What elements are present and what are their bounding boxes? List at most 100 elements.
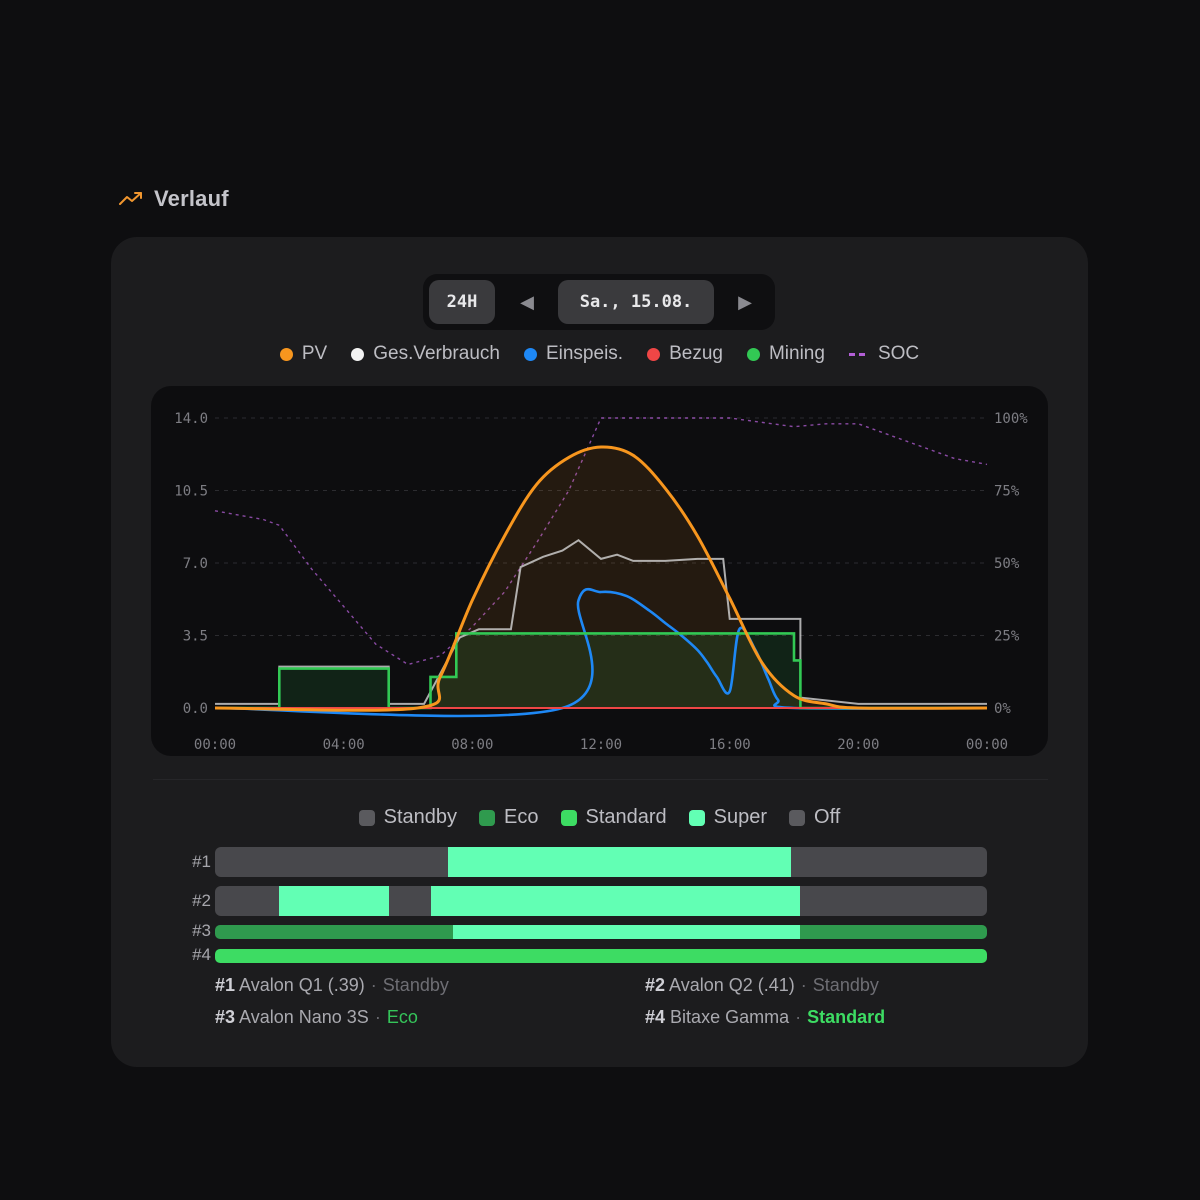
device-status: Standard <box>807 1007 886 1027</box>
device-id: #4 <box>645 1007 666 1027</box>
state-swatch <box>479 809 496 826</box>
miner-timeline-bar <box>215 949 987 963</box>
legend-item-einspeis-[interactable]: Einspeis. <box>523 343 624 365</box>
separator: · <box>800 975 807 995</box>
mining-legend-off: Off <box>789 806 840 829</box>
device-id: #2 <box>645 975 666 995</box>
mining-legend-standby: Standby <box>358 806 458 829</box>
energy-chart-svg: 14.0 100% 10.5 75% 7.0 50% 3.5 25% 0.0 0% 00:00 04:… <box>174 411 1028 753</box>
state-swatch <box>560 809 577 826</box>
device-id: #3 <box>215 1007 236 1027</box>
legend-item-bezug[interactable]: Bezug <box>647 343 723 365</box>
state-label: Off <box>814 806 841 828</box>
legend-label: Einspeis. <box>545 343 624 364</box>
section-title: Verlauf <box>154 186 229 211</box>
device-entry: #1 Avalon Q1 (.39) · Standby <box>215 975 449 996</box>
legend-label: Ges.Verbrauch <box>373 343 500 364</box>
chart-legend: PV Ges.Verbrauch Einspeis. Bezug Mining SOC <box>111 343 1088 365</box>
series-mining-area <box>215 633 987 708</box>
legend-item-mining[interactable]: Mining <box>746 343 825 365</box>
timeline-segment-standby <box>800 886 987 916</box>
y-axis-right-tick: 75% <box>994 484 1020 500</box>
miner-timeline-bar <box>215 886 987 916</box>
separator: · <box>374 1007 381 1027</box>
y-axis-left-tick: 14.0 <box>174 411 208 427</box>
device-entry: #2 Avalon Q2 (.41) · Standby <box>645 975 879 996</box>
x-axis-tick: 12:00 <box>580 737 622 753</box>
legend-marker <box>523 347 537 361</box>
timeline-segment-eco <box>800 925 987 939</box>
separator: · <box>795 1007 802 1027</box>
y-axis-right-tick: 100% <box>994 411 1028 427</box>
timeline-segment-super <box>448 847 791 877</box>
device-name: Avalon Q2 (.41) <box>669 975 795 995</box>
device-name: Avalon Nano 3S <box>239 1007 369 1027</box>
state-swatch <box>358 809 375 826</box>
miner-timeline-bar <box>215 847 987 877</box>
mining-legend-eco: Eco <box>479 806 539 829</box>
legend-label: Bezug <box>669 343 723 364</box>
x-axis-tick: 16:00 <box>709 737 751 753</box>
x-axis-tick: 20:00 <box>837 737 879 753</box>
mining-legend-super: Super <box>688 806 768 829</box>
device-status: Standby <box>382 975 449 995</box>
miner-row-label: #1 <box>192 852 211 871</box>
device-id: #1 <box>215 975 236 995</box>
x-axis-tick: 08:00 <box>451 737 493 753</box>
timeline-segment-standby <box>215 886 280 916</box>
legend-marker <box>279 347 293 361</box>
divider <box>153 779 1048 780</box>
mining-state-legend: Standby Eco Standard Super Off <box>111 806 1088 829</box>
timeline-segment-super <box>453 925 801 939</box>
state-swatch <box>789 809 806 826</box>
device-name: Bitaxe Gamma <box>670 1007 790 1027</box>
legend-item-pv[interactable]: PV <box>279 343 327 365</box>
date-navigation: 24H ◀ Sa., 15.08. ▶ <box>423 274 775 330</box>
miner-timeline-bar <box>215 925 987 939</box>
legend-item-ges-verbrauch[interactable]: Ges.Verbrauch <box>351 343 500 365</box>
prev-day-button[interactable]: ◀ <box>507 280 547 324</box>
trending-up-icon <box>119 192 142 205</box>
timeline-segment-super <box>430 886 801 916</box>
miner-row-label: #3 <box>192 921 211 940</box>
device-status: Standby <box>812 975 879 995</box>
y-axis-right-tick: 50% <box>994 556 1020 572</box>
device-name: Avalon Q1 (.39) <box>239 975 365 995</box>
separator: · <box>370 975 377 995</box>
timeline-segment-standby <box>790 847 987 877</box>
y-axis-right-tick: 25% <box>994 629 1020 645</box>
history-card: 24H ◀ Sa., 15.08. ▶ PV Ges.Verbrauch Einsp… <box>111 237 1088 1067</box>
timeline-segment-standby <box>388 886 431 916</box>
timeline-segment-standby <box>215 847 449 877</box>
next-day-button[interactable]: ▶ <box>725 280 765 324</box>
range-button[interactable]: 24H <box>429 280 495 324</box>
section-header: Verlauf <box>118 186 229 212</box>
state-swatch <box>688 809 705 826</box>
device-entry: #4 Bitaxe Gamma · Standard <box>645 1007 885 1028</box>
device-status: Eco <box>386 1007 418 1027</box>
date-display[interactable]: Sa., 15.08. <box>558 280 714 324</box>
timeline-segment-standard <box>215 949 987 963</box>
x-axis-tick: 00:00 <box>194 737 236 753</box>
legend-marker <box>647 347 661 361</box>
y-axis-left-tick: 0.0 <box>183 701 208 717</box>
legend-item-soc[interactable]: SOC <box>848 343 919 365</box>
x-axis-tick: 00:00 <box>966 737 1008 753</box>
state-label: Standard <box>585 806 667 828</box>
miner-row-label: #2 <box>192 891 211 910</box>
state-label: Eco <box>504 806 539 828</box>
miner-row-label: #4 <box>192 945 211 964</box>
y-axis-left-tick: 10.5 <box>174 484 208 500</box>
timeline-segment-super <box>279 886 389 916</box>
legend-marker <box>848 352 869 356</box>
state-label: Super <box>713 806 768 828</box>
legend-marker <box>351 347 365 361</box>
y-axis-left-tick: 7.0 <box>183 556 208 572</box>
y-axis-left-tick: 3.5 <box>183 629 208 645</box>
mining-legend-standard: Standard <box>560 806 667 829</box>
y-axis-right-tick: 0% <box>994 701 1011 717</box>
timeline-segment-eco <box>215 925 454 939</box>
device-entry: #3 Avalon Nano 3S · Eco <box>215 1007 418 1028</box>
x-axis-tick: 04:00 <box>323 737 365 753</box>
state-label: Standby <box>383 806 458 828</box>
